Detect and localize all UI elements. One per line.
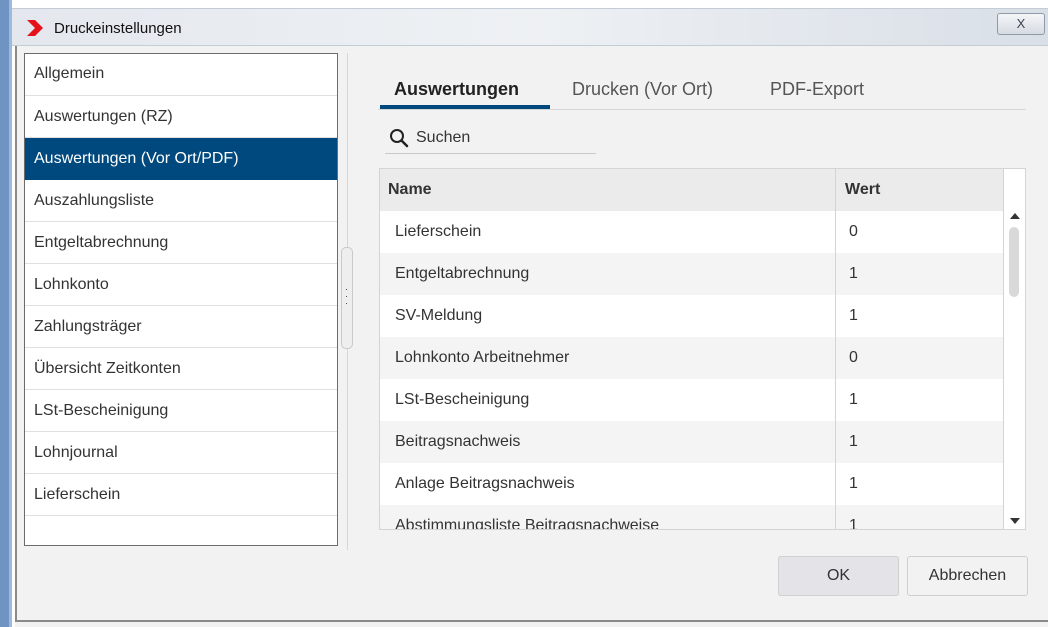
- cell-value[interactable]: 1: [849, 463, 858, 505]
- tab-auswertungen[interactable]: Auswertungen: [394, 79, 519, 100]
- close-button[interactable]: X: [997, 13, 1045, 35]
- scroll-down-arrow-icon[interactable]: [1010, 518, 1020, 524]
- scroll-thumb[interactable]: [1009, 227, 1019, 297]
- cell-value[interactable]: 0: [849, 337, 858, 379]
- cell-value[interactable]: 1: [849, 295, 858, 337]
- scroll-up-arrow-icon[interactable]: [1010, 213, 1020, 219]
- table-row[interactable]: Beitragsnachweis 1: [380, 421, 1003, 463]
- table-row[interactable]: Abstimmungsliste Beitragsnachweise 1: [380, 505, 1003, 530]
- table-row[interactable]: Anlage Beitragsnachweis 1: [380, 463, 1003, 505]
- tabs-divider: [378, 109, 1026, 110]
- sidebar-item[interactable]: Lieferschein: [25, 474, 337, 516]
- cell-name: SV-Meldung: [395, 307, 483, 324]
- sidebar-item[interactable]: Entgeltabrechnung: [25, 222, 337, 264]
- table-row[interactable]: Lieferschein 0: [380, 211, 1003, 253]
- cancel-button[interactable]: Abbrechen: [907, 556, 1028, 596]
- cell-value[interactable]: 1: [849, 505, 858, 529]
- cell-value[interactable]: 1: [849, 379, 858, 421]
- tab-drucken-vor-ort[interactable]: Drucken (Vor Ort): [572, 79, 713, 100]
- cell-name: Abstimmungsliste Beitragsnachweise: [395, 517, 660, 530]
- column-header-wert[interactable]: Wert: [845, 169, 880, 211]
- cell-value[interactable]: 1: [849, 421, 858, 463]
- table-header: Name Wert: [380, 169, 1003, 211]
- sidebar-item[interactable]: Lohnkonto: [25, 264, 337, 306]
- app-logo-icon: [27, 20, 43, 36]
- window-title: Druckeinstellungen: [54, 20, 182, 37]
- cell-name: Lieferschein: [395, 223, 482, 240]
- column-separator: [835, 169, 836, 529]
- table-row[interactable]: SV-Meldung 1: [380, 295, 1003, 337]
- ok-button[interactable]: OK: [778, 556, 899, 596]
- dialog-border-left: [15, 46, 17, 622]
- sidebar-item[interactable]: Übersicht Zeitkonten: [25, 348, 337, 390]
- title-bar[interactable]: Druckeinstellungen X: [12, 8, 1048, 46]
- cell-name: LSt-Bescheinigung: [395, 391, 530, 408]
- sidebar-item[interactable]: Auswertungen (RZ): [25, 96, 337, 138]
- table-row[interactable]: Entgeltabrechnung 1: [380, 253, 1003, 295]
- cell-name: Lohnkonto Arbeitnehmer: [395, 349, 570, 366]
- sidebar-item[interactable]: Auszahlungsliste: [25, 180, 337, 222]
- tab-pdf-export[interactable]: PDF-Export: [770, 79, 864, 100]
- magnifier-icon: [390, 129, 409, 148]
- cell-name: Entgeltabrechnung: [395, 265, 530, 282]
- window-frame-highlight: [9, 0, 12, 627]
- table-body: Lieferschein 0 Entgeltabrechnung 1 SV-Meldun…: [380, 211, 1003, 530]
- cell-name: Anlage Beitragsnachweis: [395, 475, 575, 492]
- cell-value[interactable]: 1: [849, 253, 858, 295]
- search-box[interactable]: [385, 124, 601, 154]
- sidebar-item[interactable]: Allgemein: [25, 54, 337, 96]
- cell-name: Beitragsnachweis: [395, 433, 521, 450]
- sidebar-item[interactable]: Zahlungsträger: [25, 306, 337, 348]
- sidebar-item[interactable]: Lohnjournal: [25, 432, 337, 474]
- column-header-name[interactable]: Name: [388, 169, 432, 211]
- sidebar-item[interactable]: LSt-Bescheinigung: [25, 390, 337, 432]
- cell-value[interactable]: 0: [849, 211, 858, 253]
- table-row[interactable]: Lohnkonto Arbeitnehmer 0: [380, 337, 1003, 379]
- category-list[interactable]: Allgemein Auswertungen (RZ) Auswertungen (…: [24, 53, 338, 546]
- vertical-scrollbar[interactable]: [1003, 169, 1025, 529]
- search-input[interactable]: [411, 124, 601, 152]
- splitter-handle[interactable]: · · ·: [341, 247, 353, 349]
- window-frame-left: [0, 0, 12, 627]
- grip-dots-icon: · · ·: [345, 284, 348, 308]
- active-tab-indicator: [380, 105, 550, 109]
- settings-table: Name Wert Lieferschein 0 Entgeltabrechnung…: [379, 168, 1026, 530]
- table-row[interactable]: LSt-Bescheinigung 1: [380, 379, 1003, 421]
- dialog-border-bottom: [15, 620, 1048, 622]
- sidebar-item[interactable]: Auswertungen (Vor Ort/PDF): [25, 138, 337, 180]
